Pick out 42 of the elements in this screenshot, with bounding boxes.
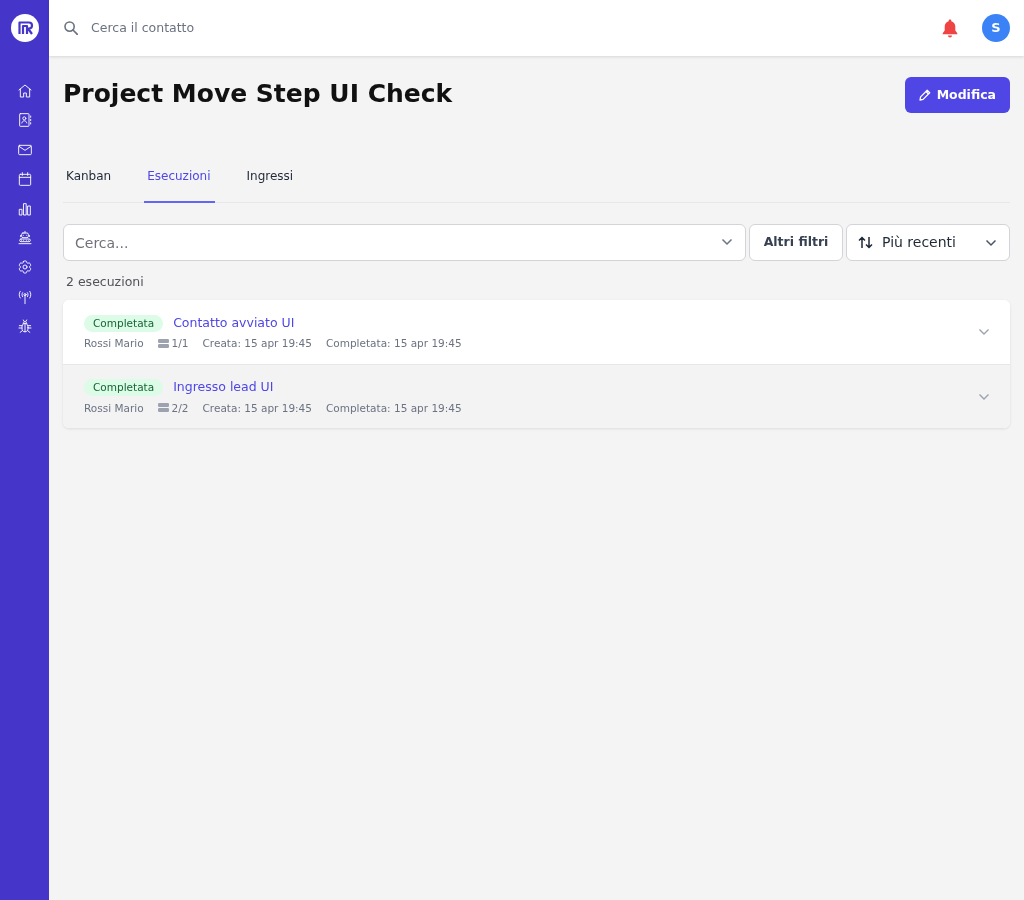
pencil-icon [918, 89, 931, 101]
chevron-down-icon [721, 238, 733, 246]
notification-bell-icon[interactable] [941, 18, 959, 38]
settings-icon[interactable] [16, 259, 33, 276]
execution-title-link[interactable]: Contatto avviato UI [173, 313, 295, 333]
status-badge: Completata [84, 314, 164, 332]
antenna-icon[interactable] [16, 288, 33, 305]
more-filters-button[interactable]: Altri filtri [749, 224, 843, 261]
execution-row[interactable]: Completata Contatto avviato UI Rossi Mario 1/1 Creata: 15 apr 19:45 Completata: 15 apr 19:45 [63, 300, 1010, 364]
page-title: Project Move Step UI Check [63, 78, 453, 110]
bar-chart-icon[interactable] [16, 200, 33, 217]
chevron-down-icon [985, 238, 997, 247]
execution-title-link[interactable]: Ingresso lead UI [173, 378, 274, 397]
tab[interactable]: Ingressi [243, 159, 298, 203]
tab[interactable]: Kanban [63, 159, 116, 203]
sort-select[interactable]: Più recenti [846, 224, 1010, 261]
search-icon [64, 21, 78, 35]
user-name: Rossi Mario [84, 400, 144, 415]
contact-search-field[interactable]: Cerca il contatto [91, 18, 391, 38]
search-select-field[interactable]: Cerca... [63, 224, 746, 261]
calendar-icon[interactable] [16, 171, 33, 188]
edit-button[interactable]: Modifica [904, 77, 1010, 113]
user-name: Rossi Mario [84, 336, 144, 351]
result-count: 2 esecuzioni [66, 273, 145, 291]
status-badge: Completata [84, 379, 164, 396]
server-icon [157, 403, 169, 413]
step-count: 1/1 [171, 336, 189, 351]
user-avatar[interactable]: S [982, 14, 1010, 42]
completed-date: Completata: 15 apr 19:45 [325, 336, 462, 351]
created-date: Creata: 15 apr 19:45 [202, 400, 312, 415]
created-date: Creata: 15 apr 19:45 [202, 336, 312, 351]
completed-date: Completata: 15 apr 19:45 [325, 400, 462, 415]
home-icon[interactable] [16, 83, 33, 99]
logo-icon[interactable] [10, 14, 39, 42]
contact-book-icon[interactable] [16, 112, 33, 129]
step-count: 2/2 [171, 400, 189, 415]
robot-icon[interactable] [16, 229, 33, 246]
tab[interactable]: Esecuzioni [144, 159, 215, 203]
bug-icon[interactable] [16, 318, 33, 335]
server-icon [157, 338, 169, 348]
sort-arrows-icon [858, 236, 873, 249]
execution-row[interactable]: Completata Ingresso lead UI Rossi Mario 2/2 Creata: 15 apr 19:45 Completata: 15 apr 19:45 [63, 364, 1010, 428]
